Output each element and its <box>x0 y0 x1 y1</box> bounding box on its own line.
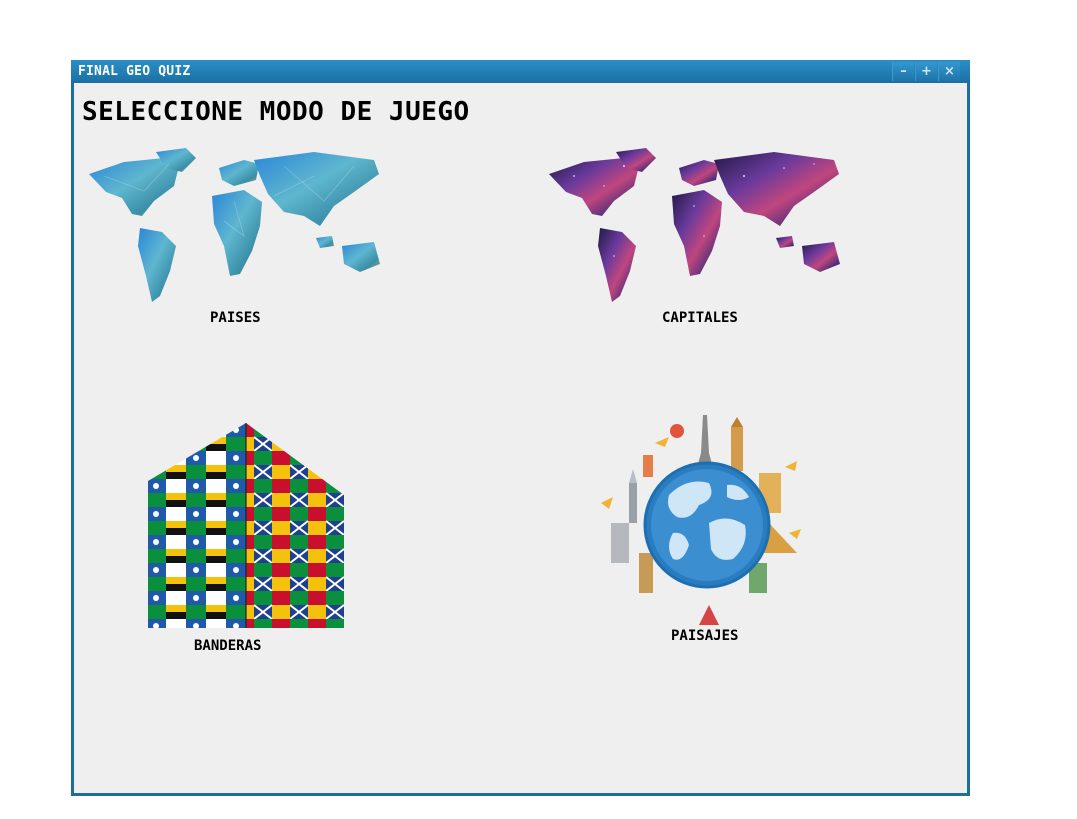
world-map-galaxy-icon <box>549 148 840 302</box>
title-bar[interactable]: FINAL GEO QUIZ – + × <box>71 60 970 83</box>
mode-banderas-label: BANDERAS <box>194 638 262 654</box>
globe-landmarks-icon <box>601 415 801 625</box>
mode-paises-button[interactable]: PAISES <box>84 146 394 326</box>
maximize-button[interactable]: + <box>915 62 937 81</box>
mode-capitales-button[interactable]: CAPITALES <box>544 146 844 326</box>
page-title: SELECCIONE MODO DE JUEGO <box>82 97 470 127</box>
close-button[interactable]: × <box>938 62 960 81</box>
world-map-polygon-icon <box>89 148 380 302</box>
main-panel: SELECCIONE MODO DE JUEGO PAISES CAPITALE… <box>74 83 967 793</box>
mode-banderas-button[interactable]: BANDERAS <box>146 423 346 658</box>
minimize-button[interactable]: – <box>892 62 914 81</box>
mode-paisajes-button[interactable]: PAISAJES <box>599 413 809 653</box>
mode-paises-label: PAISES <box>210 310 261 326</box>
flags-cube-icon <box>148 423 344 628</box>
window-title: FINAL GEO QUIZ <box>78 64 191 79</box>
app-window: FINAL GEO QUIZ – + × SELECCIONE MODO DE … <box>71 60 970 796</box>
mode-paisajes-label: PAISAJES <box>671 628 739 644</box>
mode-capitales-label: CAPITALES <box>662 310 738 326</box>
